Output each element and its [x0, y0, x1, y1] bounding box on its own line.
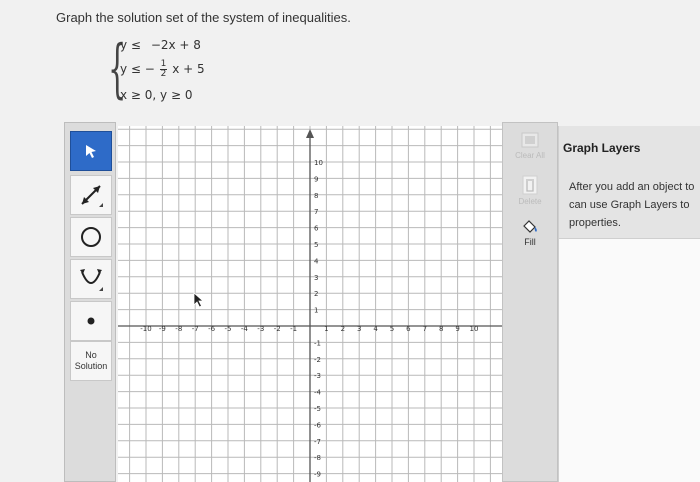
graph-layers-header: Graph Layers [559, 126, 700, 171]
clear-all-button[interactable]: Clear All [513, 131, 547, 171]
y-tick-label: 3 [314, 274, 318, 282]
y-tick-label: 7 [314, 208, 318, 216]
x-tick-label: -7 [192, 325, 199, 333]
pointer-icon [86, 145, 96, 158]
fill-label: Fill [524, 237, 536, 247]
clear-all-label: Clear All [515, 151, 545, 160]
inequality-1: y ≤ −2x + 8 [120, 38, 201, 52]
graph-layers-message: After you add an object to can use Graph… [569, 178, 700, 232]
point-icon [87, 317, 95, 325]
y-tick-label: -3 [314, 372, 321, 380]
y-tick-label: 1 [314, 307, 318, 315]
y-tick-label: -8 [314, 454, 321, 462]
x-tick-label: 2 [341, 325, 345, 333]
question-text: Graph the solution set of the system of … [56, 10, 351, 25]
clear-all-icon [521, 132, 539, 148]
y-tick-label: 4 [314, 257, 319, 265]
x-tick-label: -10 [140, 325, 151, 333]
circle-tool-button[interactable] [70, 217, 112, 257]
graph-layers-message-line2: can use Graph Layers to [569, 199, 690, 211]
y-tick-label: -5 [314, 405, 321, 413]
x-tick-label: -8 [175, 325, 182, 333]
delete-button[interactable]: Delete [513, 175, 547, 215]
inequality-2-lhs: y ≤ − [120, 62, 155, 76]
y-tick-label: -1 [314, 339, 321, 347]
x-tick-label: 10 [470, 325, 479, 333]
delete-label: Delete [518, 197, 542, 206]
graph-layers-message-line3: properties. [569, 217, 621, 229]
trash-icon [522, 175, 538, 195]
no-solution-button[interactable]: No Solution [70, 341, 112, 381]
point-tool-button[interactable] [70, 301, 112, 341]
fraction-one-half: 1 2 [159, 60, 168, 79]
x-tick-label: 5 [390, 325, 394, 333]
x-tick-label: -1 [290, 325, 297, 333]
x-tick-label: -3 [257, 325, 264, 333]
y-tick-label: 9 [314, 175, 318, 183]
x-tick-label: -9 [159, 325, 166, 333]
no-solution-label-line1: No [85, 350, 97, 360]
graph-layers-title: Graph Layers [563, 141, 641, 155]
circle-icon [81, 227, 101, 247]
segment-tool-button[interactable] [70, 175, 112, 215]
inequality-1-rhs: −2x + 8 [150, 38, 201, 52]
inequality-1-lhs: y ≤ [120, 38, 141, 52]
inequality-2: y ≤ − 1 2 x + 5 [120, 60, 205, 79]
fill-button[interactable]: Fill [513, 219, 547, 259]
x-tick-label: -2 [274, 325, 281, 333]
x-tick-label: -5 [225, 325, 232, 333]
y-tick-label: 10 [314, 159, 323, 167]
y-tick-label: 5 [314, 241, 318, 249]
y-tick-label: -2 [314, 356, 321, 364]
paint-bucket-icon [523, 220, 537, 233]
y-tick-label: 6 [314, 225, 319, 233]
x-tick-label: 8 [439, 325, 443, 333]
inequality-3: x ≥ 0, y ≥ 0 [120, 88, 193, 102]
coordinate-plane[interactable]: -10 -9 -8 -7 -6 -5 -4 -3 -2 -1 1 2 3 4 5 6 7 8 9 10 1098765… [118, 126, 502, 482]
y-tick-label: -7 [314, 438, 321, 446]
inequality-2-rhs: x + 5 [172, 62, 205, 76]
y-tick-label: -4 [314, 389, 322, 397]
inequality-system: { y ≤ −2x + 8 y ≤ − 1 2 x + 5 x ≥ 0, y ≥… [108, 36, 248, 108]
no-solution-label-line2: Solution [74, 361, 108, 371]
y-tick-label: -6 [314, 421, 322, 429]
pointer-tool-button[interactable] [70, 131, 112, 171]
x-tick-label: -4 [241, 325, 249, 333]
line-segment-icon [81, 185, 103, 207]
y-tick-label: 2 [314, 290, 318, 298]
parabola-tool-button[interactable] [70, 259, 112, 299]
x-tick-label: 1 [324, 325, 328, 333]
x-tick-label: 6 [406, 325, 411, 333]
drawing-toolbar: No Solution [64, 122, 116, 482]
y-tick-label: 8 [314, 192, 318, 200]
fraction-denominator: 2 [160, 69, 167, 79]
y-tick-label: -9 [314, 471, 321, 479]
graph-actions-panel: Clear All Delete Fill [502, 122, 558, 482]
parabola-icon [80, 269, 103, 291]
x-tick-label: 3 [357, 325, 361, 333]
graph-layers-message-line1: After you add an object to [569, 181, 695, 193]
x-tick-label: 9 [455, 325, 459, 333]
graph-layers-message-box: After you add an object to can use Graph… [559, 170, 700, 239]
x-tick-label: 4 [373, 325, 378, 333]
graph-layers-panel: Graph Layers After you add an object to … [558, 126, 700, 482]
x-tick-label: -6 [208, 325, 216, 333]
x-tick-label: 7 [423, 325, 427, 333]
